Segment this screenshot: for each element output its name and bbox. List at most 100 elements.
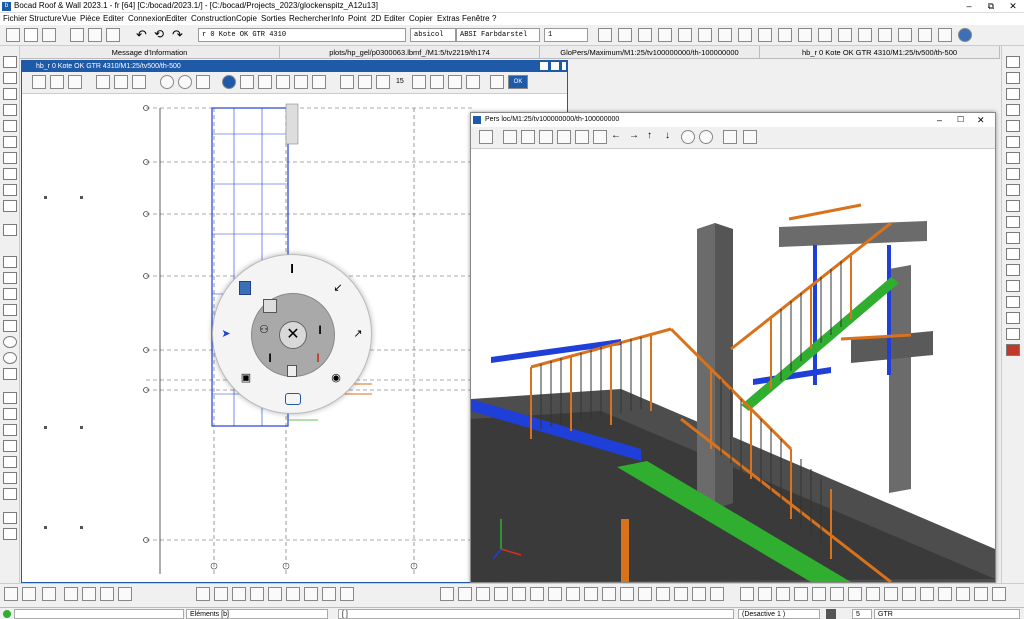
copy-element-icon[interactable] <box>3 408 17 420</box>
r-tool-15-icon[interactable] <box>1006 280 1020 292</box>
radial-shape-icon[interactable] <box>285 393 301 405</box>
b-edit-14-icon[interactable] <box>674 587 688 601</box>
tool-icon-4[interactable] <box>658 28 672 42</box>
plan-export-icon[interactable] <box>294 75 308 89</box>
color-scheme-combo[interactable]: absicol <box>410 28 456 42</box>
pan-right-icon[interactable] <box>490 75 504 89</box>
radial-move-icon[interactable]: ↗ <box>351 327 365 341</box>
arc-icon[interactable] <box>3 352 17 364</box>
tool-icon-1[interactable] <box>598 28 612 42</box>
tool-icon-7[interactable] <box>718 28 732 42</box>
menu-info[interactable]: Info <box>331 14 344 23</box>
b-edit-1-icon[interactable] <box>440 587 454 601</box>
r-tool-13-icon[interactable] <box>1006 248 1020 260</box>
plan-tool-3-icon[interactable] <box>68 75 82 89</box>
tab-hb[interactable]: hb_r 0 Kote OK GTR 4310/M1:25/tv500/th-5… <box>760 46 1000 59</box>
cut-icon[interactable] <box>6 28 20 42</box>
b-edit-12-icon[interactable] <box>638 587 652 601</box>
lock-icon[interactable] <box>826 609 836 619</box>
tool-icon-8[interactable] <box>738 28 752 42</box>
menu-2d[interactable]: 2D <box>371 14 381 23</box>
b-view-8-icon[interactable] <box>866 587 880 601</box>
tool-icon-18[interactable] <box>938 28 952 42</box>
view-right-icon[interactable] <box>557 130 571 144</box>
b-view-15-icon[interactable] <box>992 587 1006 601</box>
b-doc-2-icon[interactable] <box>214 587 228 601</box>
r-tool-4-icon[interactable] <box>1006 104 1020 116</box>
menu-vue[interactable]: Vue <box>62 14 76 23</box>
b-view-5-icon[interactable] <box>812 587 826 601</box>
count-combo[interactable]: 1 <box>544 28 588 42</box>
b-view-7-icon[interactable] <box>848 587 862 601</box>
plan-axis-icon[interactable] <box>340 75 354 89</box>
menu-extras[interactable]: Extras <box>437 14 460 23</box>
rotate-down-icon[interactable] <box>466 75 480 89</box>
r-tool-9-icon[interactable] <box>1006 184 1020 196</box>
column-icon[interactable] <box>3 72 17 84</box>
point-icon[interactable] <box>3 184 17 196</box>
rotate-right-icon[interactable] <box>430 75 444 89</box>
b-edit-11-icon[interactable] <box>620 587 634 601</box>
plan-minimize-button[interactable] <box>540 62 548 70</box>
radial-close-icon[interactable]: ✕ <box>279 321 307 349</box>
zoom-out-icon[interactable] <box>178 75 192 89</box>
b-edit-5-icon[interactable] <box>512 587 526 601</box>
redo-icon[interactable]: ↷ <box>172 28 186 42</box>
tab-message[interactable]: Message d'Information <box>20 46 280 59</box>
offset-icon[interactable] <box>3 288 17 300</box>
b-doc-3-icon[interactable] <box>232 587 246 601</box>
r-tool-18-icon[interactable] <box>1006 328 1020 340</box>
arrow-left-icon[interactable]: ← <box>611 130 625 144</box>
beam-icon[interactable] <box>3 56 17 68</box>
open-folder-icon[interactable] <box>42 28 56 42</box>
elements-field[interactable]: Eléments [b] <box>186 609 328 619</box>
tool-icon-10[interactable] <box>778 28 792 42</box>
b-doc-7-icon[interactable] <box>304 587 318 601</box>
plan-cube-icon[interactable] <box>358 75 372 89</box>
menu-editer[interactable]: Editer <box>103 14 124 23</box>
r-tool-14-icon[interactable] <box>1006 264 1020 276</box>
slope-icon[interactable] <box>3 512 17 524</box>
menu-sorties[interactable]: Sorties <box>261 14 286 23</box>
menu-construction[interactable]: Construction <box>191 14 236 23</box>
b-edit-16-icon[interactable] <box>710 587 724 601</box>
b-view-12-icon[interactable] <box>938 587 952 601</box>
anchor-icon[interactable] <box>3 488 17 500</box>
tool-icon-13[interactable] <box>838 28 852 42</box>
menu-help[interactable]: ? <box>492 14 496 23</box>
tool-icon-5[interactable] <box>678 28 692 42</box>
r-tool-11-icon[interactable] <box>1006 216 1020 228</box>
arrow-up-icon[interactable]: ↑ <box>647 130 661 144</box>
plan-tool-2-icon[interactable] <box>50 75 64 89</box>
b-edit-6-icon[interactable] <box>530 587 544 601</box>
view-back-icon[interactable] <box>575 130 589 144</box>
b-edit-7-icon[interactable] <box>548 587 562 601</box>
b-view-4-icon[interactable] <box>794 587 808 601</box>
r-tool-1-icon[interactable] <box>1006 56 1020 68</box>
b-tool-4-icon[interactable] <box>118 587 132 601</box>
3d-zoom-out-icon[interactable] <box>699 130 713 144</box>
radial-print-icon[interactable]: ▣ <box>239 371 253 385</box>
b-doc-5-icon[interactable] <box>268 587 282 601</box>
b-doc-9-icon[interactable] <box>340 587 354 601</box>
b-ruler-icon[interactable] <box>22 587 36 601</box>
radial-direction-icon[interactable]: ➤ <box>219 327 233 341</box>
unit-field[interactable]: GTR <box>874 609 1020 619</box>
b-view-2-icon[interactable] <box>758 587 772 601</box>
view-left-icon[interactable] <box>539 130 553 144</box>
r-tool-5-icon[interactable] <box>1006 120 1020 132</box>
arrow-right-icon[interactable]: → <box>629 130 643 144</box>
view-top-icon[interactable] <box>503 130 517 144</box>
profile-icon[interactable] <box>3 424 17 436</box>
b-level-icon[interactable] <box>42 587 56 601</box>
radial-beam-icon[interactable]: I <box>285 261 299 276</box>
connect-icon[interactable] <box>3 472 17 484</box>
save-as-icon[interactable] <box>88 28 102 42</box>
b-edit-8-icon[interactable] <box>566 587 580 601</box>
3d-viewport[interactable] <box>471 149 995 582</box>
restore-button[interactable]: ⧉ <box>980 0 1002 13</box>
tool-icon-3[interactable] <box>638 28 652 42</box>
b-edit-13-icon[interactable] <box>656 587 670 601</box>
menu-editer-2[interactable]: Editer <box>166 14 187 23</box>
b-angle-icon[interactable] <box>4 587 18 601</box>
